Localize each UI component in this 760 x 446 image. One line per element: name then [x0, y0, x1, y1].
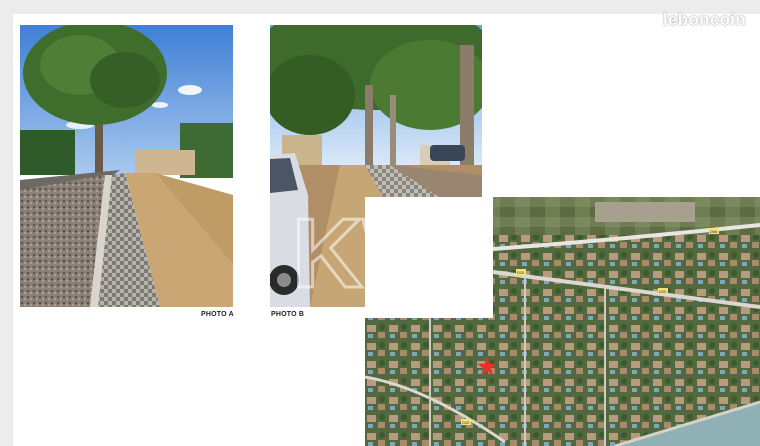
- photo-a-caption: PHOTO A: [201, 311, 234, 318]
- photo-a: [20, 25, 233, 307]
- left-border: [0, 0, 13, 446]
- road-label-d20-a: D20: [517, 270, 525, 275]
- road-label-d20-b: D20: [659, 289, 667, 294]
- road-label-d20-c: D20: [462, 420, 470, 425]
- photo-b-caption: PHOTO B: [271, 311, 305, 318]
- top-border: [0, 0, 760, 14]
- road-label-d66: D66: [710, 229, 718, 234]
- aerial-map: D66 D20 D20 D20: [365, 197, 760, 446]
- leboncoin-watermark: leboncoin: [663, 10, 746, 29]
